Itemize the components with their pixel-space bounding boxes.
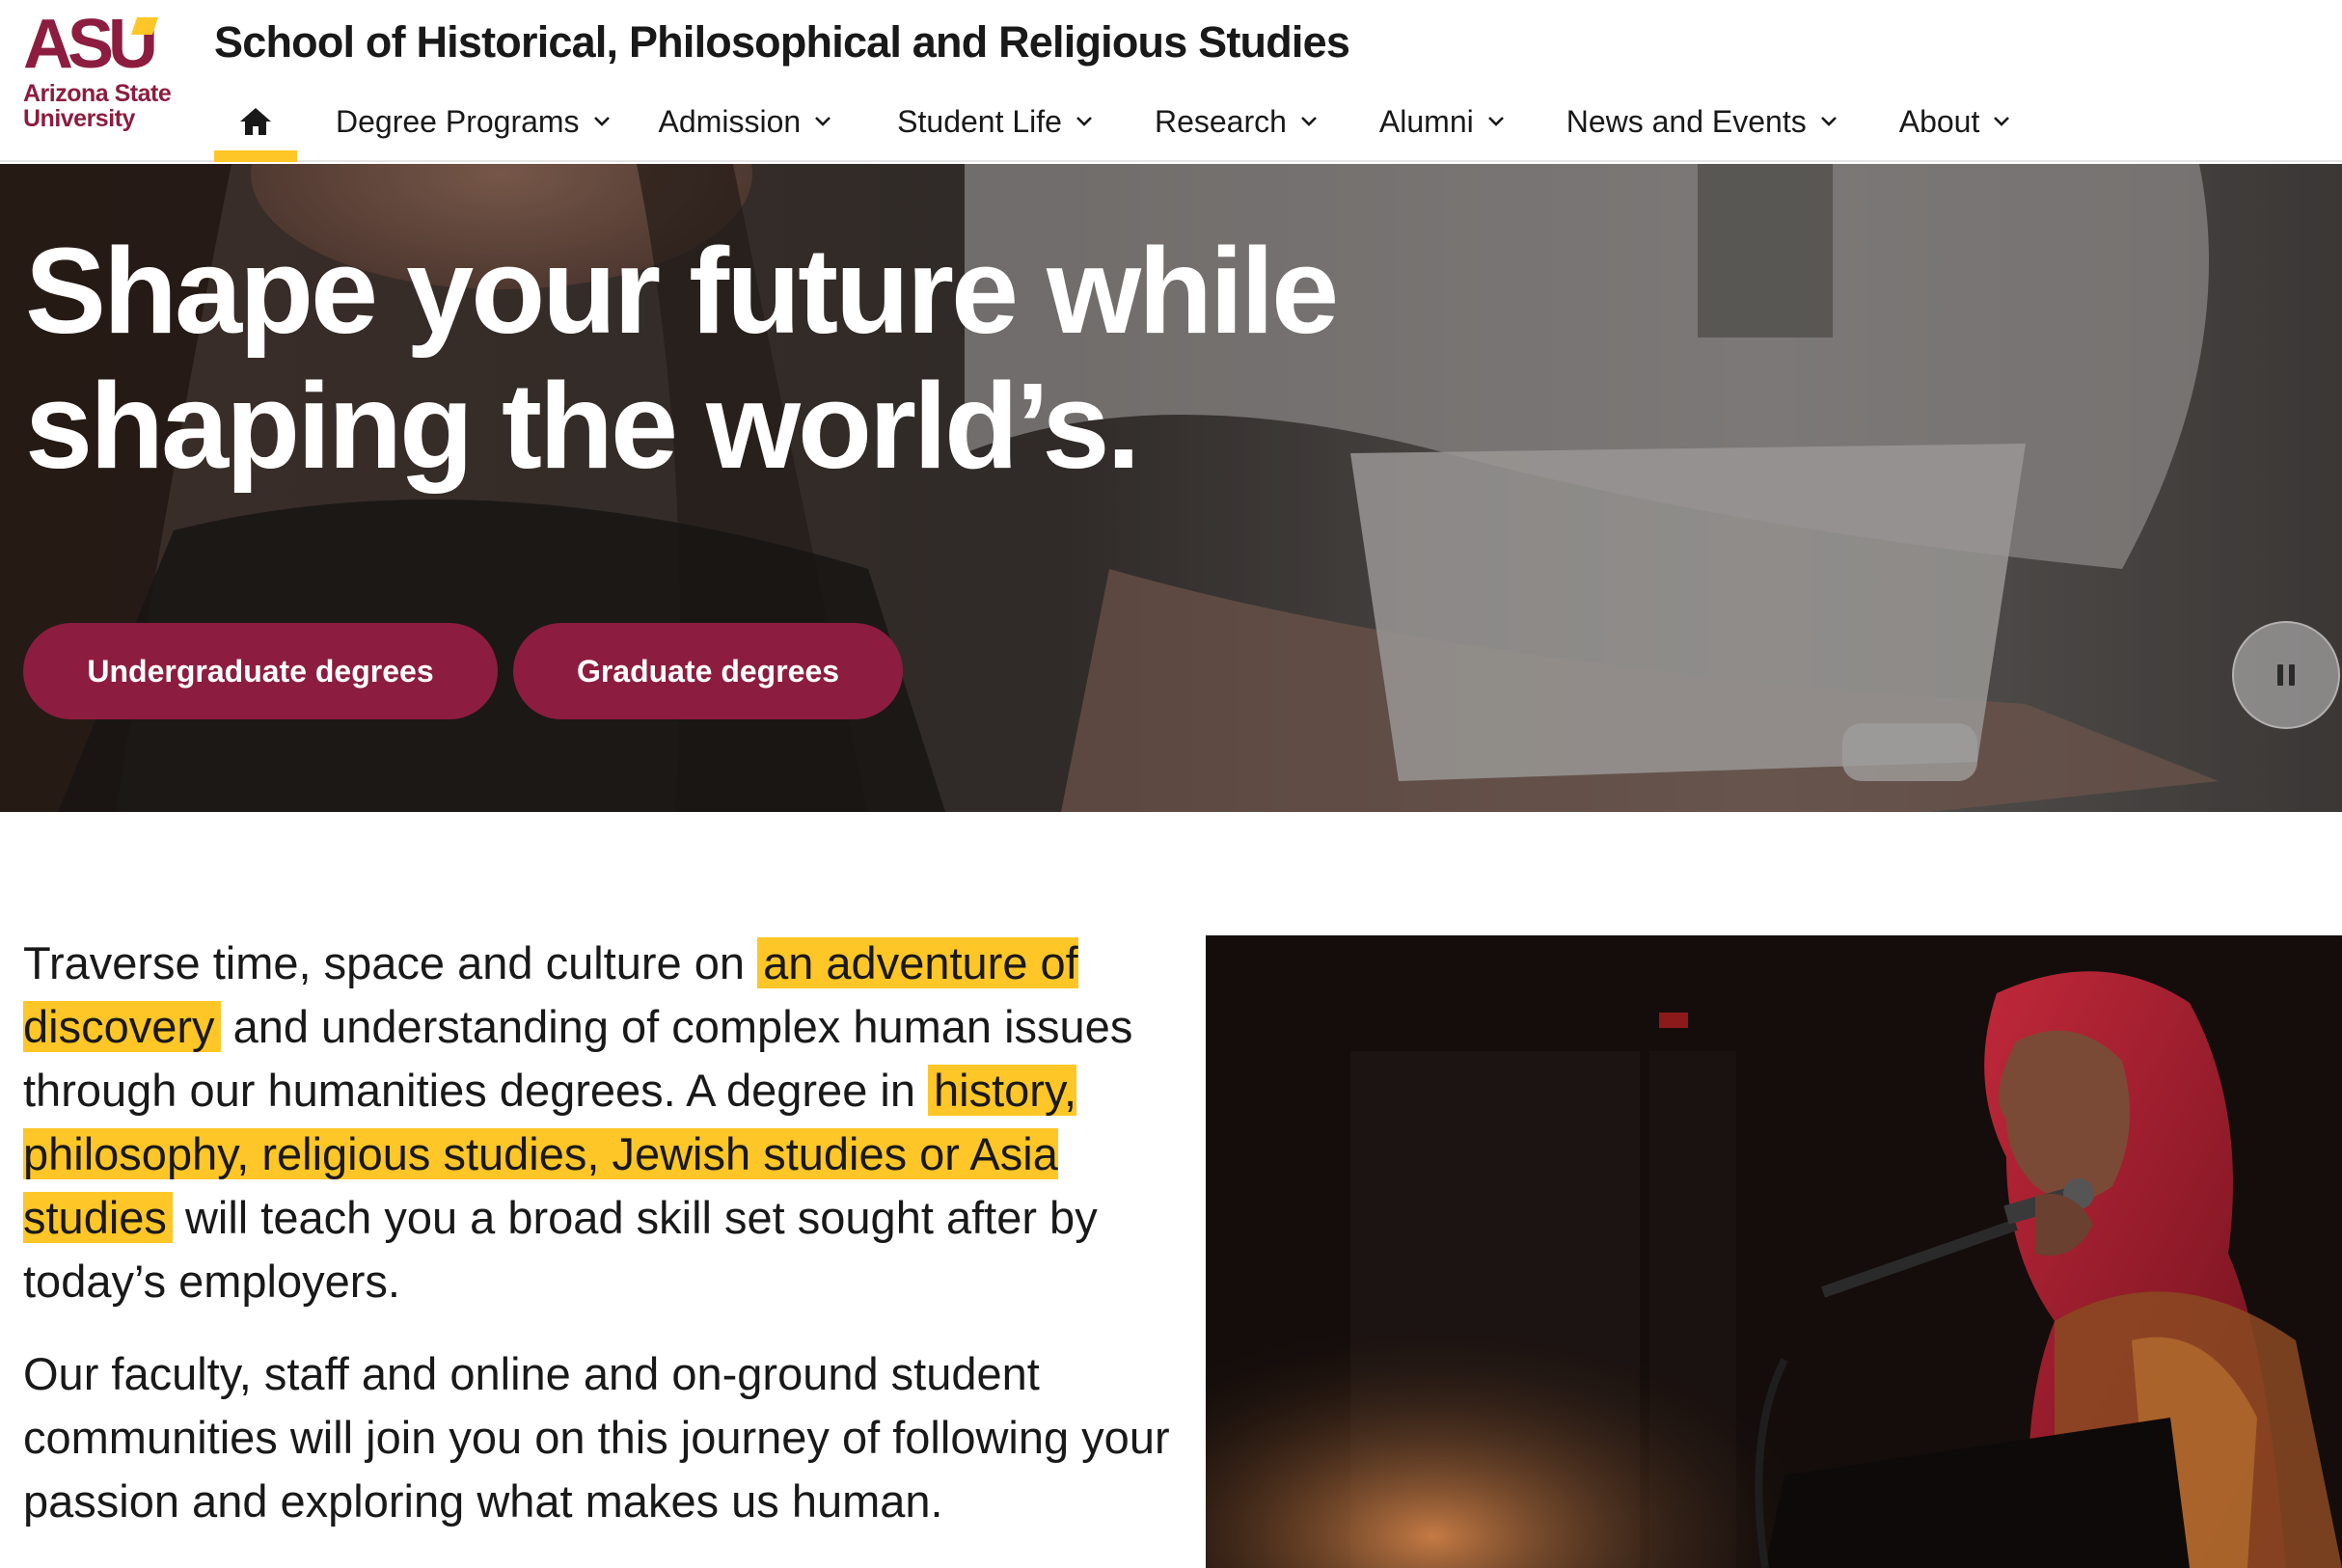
asu-logo-mark: ASU: [23, 14, 164, 73]
nav-item-admission[interactable]: Admission: [659, 81, 832, 162]
nav-item-alumni[interactable]: Alumni: [1379, 81, 1505, 162]
intro-paragraph-1: Traverse time, space and culture on an a…: [23, 932, 1181, 1313]
chevron-down-icon: [593, 117, 610, 126]
pause-video-button[interactable]: [2232, 621, 2340, 729]
asu-logo[interactable]: ASU Arizona State University: [23, 14, 187, 139]
chevron-down-icon: [1300, 117, 1317, 126]
graduate-degrees-button[interactable]: Graduate degrees: [513, 623, 903, 719]
nav-item-label: Student Life: [897, 103, 1062, 139]
nav-active-indicator: [214, 150, 297, 162]
nav-item-label: Degree Programs: [336, 103, 580, 139]
main-nav: Degree Programs Admission Student Life R…: [214, 81, 2010, 162]
site-title[interactable]: School of Historical, Philosophical and …: [214, 17, 1350, 68]
logo-mark-text: ASU: [23, 14, 154, 73]
nav-home[interactable]: [214, 81, 297, 162]
nav-item-research[interactable]: Research: [1155, 81, 1318, 162]
nav-item-news-and-events[interactable]: News and Events: [1566, 81, 1838, 162]
speaker-image: [1206, 935, 2342, 1568]
intro-paragraph-2: Our faculty, staff and online and on-gro…: [23, 1348, 1170, 1527]
logo-line-1: Arizona State: [23, 80, 172, 107]
undergraduate-degrees-button[interactable]: Undergraduate degrees: [23, 623, 498, 719]
nav-item-label: News and Events: [1566, 103, 1807, 139]
logo-wordmark: Arizona State University: [23, 80, 172, 132]
nav-item-label: Admission: [658, 103, 802, 139]
hero-banner: Shape your future while shaping the worl…: [0, 164, 2342, 812]
hero-title-line-2: shaping the world’s.: [25, 358, 1140, 494]
nav-item-about[interactable]: About: [1899, 81, 2011, 162]
chevron-down-icon: [1076, 117, 1092, 126]
site-header: ASU Arizona State University School of H…: [0, 0, 2342, 162]
intro-text: will teach you a broad skill set sought …: [23, 1192, 1098, 1307]
nav-item-student-life[interactable]: Student Life: [897, 81, 1093, 162]
nav-item-label: Research: [1154, 103, 1287, 139]
nav-item-label: Alumni: [1378, 103, 1474, 139]
hero-title-line-1: Shape your future while: [25, 223, 1339, 359]
hero-title: Shape your future while shaping the worl…: [25, 224, 1472, 494]
intro-text: Traverse time, space and culture on: [23, 937, 758, 988]
home-icon: [240, 108, 271, 135]
logo-line-2: University: [23, 105, 135, 132]
chevron-down-icon: [1487, 117, 1504, 126]
intro-section: Traverse time, space and culture on an a…: [23, 932, 1181, 1562]
chevron-down-icon: [1820, 117, 1837, 126]
chevron-down-icon: [815, 117, 831, 126]
nav-item-label: About: [1898, 103, 1980, 139]
pause-icon: [2277, 664, 2295, 686]
nav-item-degree-programs[interactable]: Degree Programs: [336, 81, 611, 162]
student-speaker-photo: [1206, 935, 2342, 1568]
chevron-down-icon: [1994, 117, 2010, 126]
